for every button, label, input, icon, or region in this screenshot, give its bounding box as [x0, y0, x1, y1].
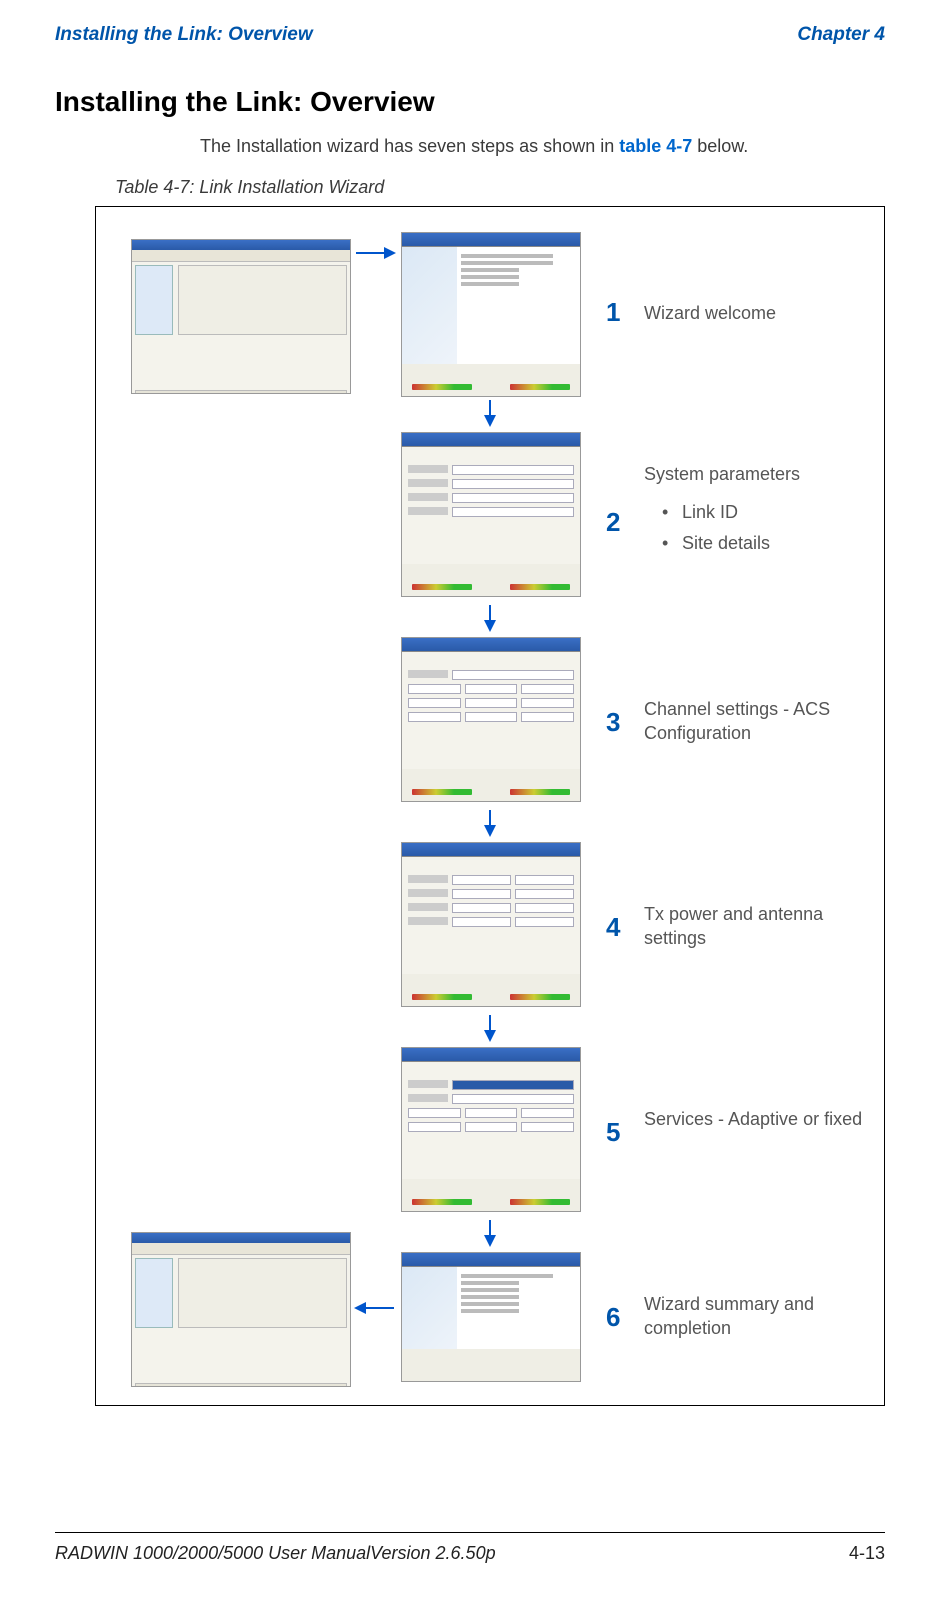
- footer-manual: RADWIN 1000/2000/5000 User Manual: [55, 1543, 370, 1563]
- screenshot-main-app-start: [131, 239, 351, 394]
- header-chapter: Chapter 4: [797, 24, 885, 46]
- step-number-2: 2: [606, 507, 620, 538]
- step-number-4: 4: [606, 912, 620, 943]
- arrow-step6-to-end: [356, 1307, 394, 1309]
- step-2-bullet-1: Link ID: [662, 500, 879, 524]
- step-number-5: 5: [606, 1117, 620, 1148]
- arrow-start-to-step1: [356, 252, 394, 254]
- page-footer: RADWIN 1000/2000/5000 User ManualVersion…: [55, 1532, 885, 1564]
- screenshot-step-5: [401, 1047, 581, 1212]
- screenshot-step-3: [401, 637, 581, 802]
- step-label-4: Tx power and antenna settings: [644, 902, 879, 951]
- intro-prefix: The Installation wizard has seven steps …: [200, 136, 619, 156]
- step-number-3: 3: [606, 707, 620, 738]
- arrow-step5-to-step6: [489, 1220, 491, 1245]
- screenshot-step-6: [401, 1252, 581, 1382]
- footer-page-number: 4-13: [849, 1543, 885, 1564]
- arrow-step4-to-step5: [489, 1015, 491, 1040]
- section-heading: Installing the Link: Overview: [55, 86, 885, 118]
- intro-suffix: below.: [692, 136, 748, 156]
- step-number-1: 1: [606, 297, 620, 328]
- step-label-6: Wizard summary and completion: [644, 1292, 879, 1341]
- screenshot-step-4: [401, 842, 581, 1007]
- intro-paragraph: The Installation wizard has seven steps …: [200, 136, 885, 157]
- step-label-3: Channel settings - ACS Configuration: [644, 697, 879, 746]
- step-label-2: System parameters Link ID Site details: [644, 462, 879, 561]
- header-section-title: Installing the Link: Overview: [55, 24, 313, 46]
- step-2-bullet-2: Site details: [662, 531, 879, 555]
- screenshot-step-1: [401, 232, 581, 397]
- arrow-step3-to-step4: [489, 810, 491, 835]
- page-header: Installing the Link: Overview Chapter 4: [55, 0, 885, 56]
- step-2-title: System parameters: [644, 464, 800, 484]
- step-label-5: Services - Adaptive or fixed: [644, 1107, 879, 1131]
- footer-manual-version: RADWIN 1000/2000/5000 User ManualVersion…: [55, 1543, 496, 1564]
- screenshot-main-app-end: [131, 1232, 351, 1387]
- step-number-6: 6: [606, 1302, 620, 1333]
- footer-version: Version 2.6.50p: [370, 1543, 495, 1563]
- step-label-1: Wizard welcome: [644, 301, 879, 325]
- table-link[interactable]: table 4-7: [619, 136, 692, 156]
- arrow-step1-to-step2: [489, 400, 491, 425]
- screenshot-step-2: [401, 432, 581, 597]
- arrow-step2-to-step3: [489, 605, 491, 630]
- table-caption: Table 4-7: Link Installation Wizard: [115, 177, 885, 198]
- wizard-flow-diagram: 1 Wizard welcome 2 System parameters Lin…: [95, 206, 885, 1406]
